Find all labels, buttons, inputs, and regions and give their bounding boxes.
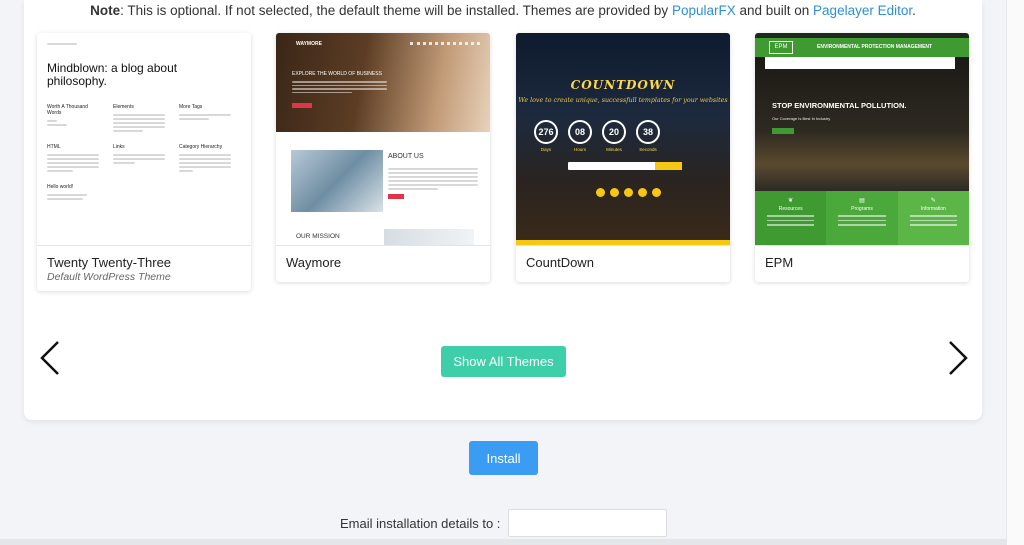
- preview-seconds-label: Seconds: [639, 147, 657, 152]
- popularfx-link[interactable]: PopularFX: [672, 3, 736, 18]
- theme-name: EPM: [765, 255, 794, 270]
- preview-minutes-label: Minutes: [606, 147, 622, 152]
- preview-days-count: 276: [534, 120, 558, 144]
- preview-about-heading: ABOUT US: [388, 153, 424, 160]
- note-text-1: : This is optional. If not selected, the…: [120, 3, 672, 18]
- pagelayer-link[interactable]: Pagelayer Editor: [813, 3, 912, 18]
- theme-preview-epm: EPM ENVIRONMENTAL PROTECTION MANAGEMENT …: [755, 33, 969, 246]
- preview-title: ENVIRONMENTAL PROTECTION MANAGEMENT: [817, 44, 933, 50]
- preview-col-title: Resources: [778, 206, 803, 212]
- preview-post-title: Hello world!: [47, 184, 74, 190]
- social-icon: [610, 188, 619, 197]
- preview-col-title: HTML: [47, 144, 61, 150]
- preview-mission-heading: OUR MISSION: [296, 233, 340, 240]
- theme-preview-countdown: COUNTDOWN We love to create unique, succ…: [516, 33, 730, 246]
- theme-card-countdown[interactable]: COUNTDOWN We love to create unique, succ…: [516, 33, 730, 282]
- note-text-2: and built on: [735, 3, 814, 18]
- preview-minutes-count: 20: [602, 120, 626, 144]
- theme-name: Twenty Twenty-Three: [47, 255, 172, 270]
- preview-col-title: Worth A Thousand Words: [47, 104, 88, 116]
- preview-tagline: We love to create unique, successfull te…: [518, 97, 728, 104]
- email-input[interactable]: [508, 509, 667, 537]
- theme-note: Note: This is optional. If not selected,…: [0, 3, 1006, 18]
- bottom-divider: [0, 539, 1006, 545]
- theme-card-twenty-twenty-three[interactable]: Mindblown: a blog about philosophy. Wort…: [37, 33, 251, 291]
- preview-office-image: [291, 150, 383, 212]
- chevron-left-icon[interactable]: [36, 340, 64, 376]
- preview-col-title: Programs: [851, 206, 873, 212]
- preview-col-title: Category Hierarchy: [179, 144, 223, 150]
- note-text-3: .: [912, 3, 916, 18]
- leaf-icon: ❦: [788, 198, 794, 204]
- preview-days-label: Days: [540, 147, 552, 152]
- social-icon: [652, 188, 661, 197]
- preview-col-title: More Tags: [179, 104, 203, 110]
- theme-card-epm[interactable]: EPM ENVIRONMENTAL PROTECTION MANAGEMENT …: [755, 33, 969, 282]
- preview-col-title: Links: [113, 144, 125, 150]
- theme-preview-waymore: WAYMORE EXPLORE THE WORLD OF BUSINESS AB…: [276, 33, 490, 246]
- theme-name: CountDown: [526, 255, 594, 270]
- programs-icon: ▤: [859, 198, 865, 204]
- preview-heading: Mindblown: a blog about philosophy.: [47, 61, 178, 88]
- preview-col-title: Information: [920, 206, 946, 212]
- email-label: Email installation details to :: [340, 516, 501, 531]
- edit-icon: ✎: [930, 198, 936, 204]
- preview-hours-label: Hours: [573, 147, 586, 152]
- preview-hours-count: 08: [568, 120, 592, 144]
- social-icon: [638, 188, 647, 197]
- social-icon: [624, 188, 633, 197]
- theme-card-waymore[interactable]: WAYMORE EXPLORE THE WORLD OF BUSINESS AB…: [276, 33, 490, 282]
- preview-hero-subtitle: Our Coverage Is Best In Industry: [772, 116, 831, 121]
- preview-logo: WAYMORE: [296, 41, 322, 47]
- chevron-right-icon[interactable]: [944, 340, 972, 376]
- preview-col-title: Elements: [113, 104, 134, 110]
- preview-hero-heading: EXPLORE THE WORLD OF BUSINESS: [292, 71, 382, 77]
- theme-subtitle: Default WordPress Theme: [47, 271, 171, 283]
- theme-name: Waymore: [286, 255, 342, 270]
- preview-seconds-count: 38: [636, 120, 660, 144]
- preview-title: COUNTDOWN: [570, 78, 676, 92]
- show-all-themes-button[interactable]: Show All Themes: [441, 346, 566, 377]
- theme-preview-twenty-twenty-three: Mindblown: a blog about philosophy. Wort…: [37, 33, 251, 246]
- note-label: Note: [90, 3, 121, 18]
- preview-hero-heading: STOP ENVIRONMENTAL POLLUTION.: [772, 101, 907, 110]
- install-button[interactable]: Install: [469, 441, 538, 475]
- preview-logo: EPM: [769, 41, 793, 54]
- scrollbar[interactable]: [1006, 0, 1024, 545]
- social-icon: [596, 188, 605, 197]
